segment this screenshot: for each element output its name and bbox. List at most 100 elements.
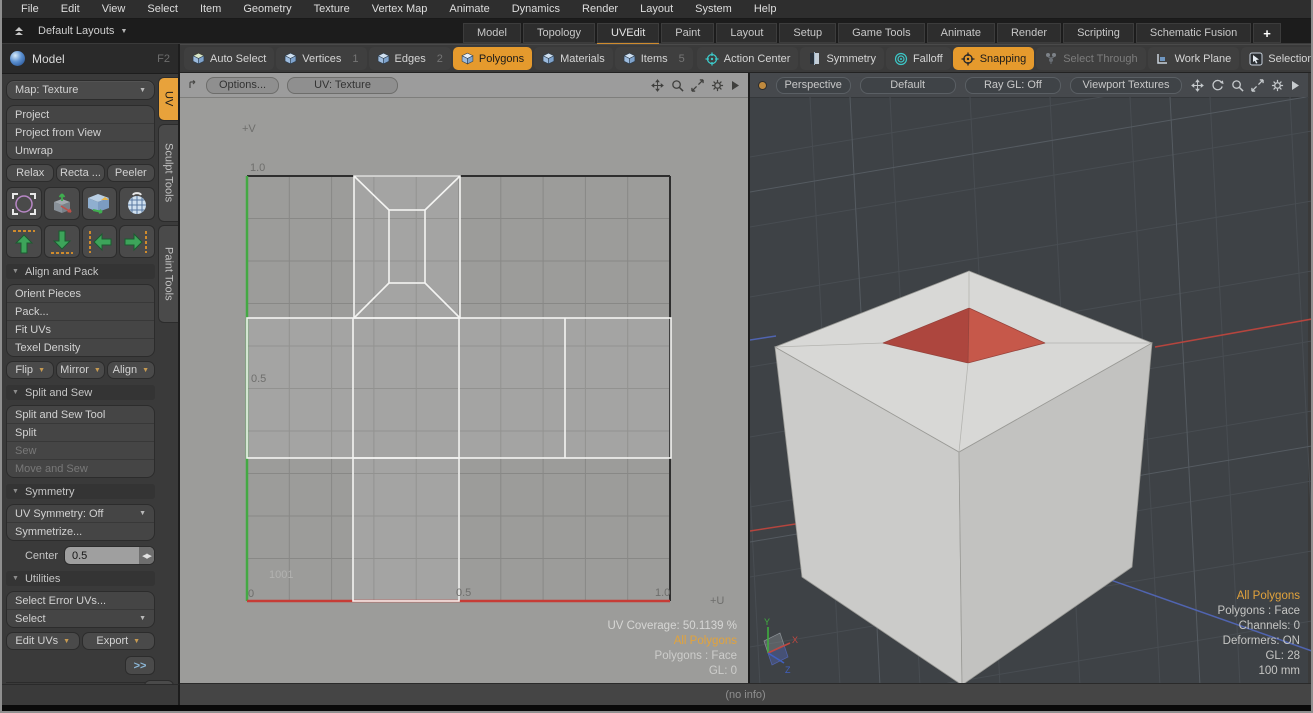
- move-up-button[interactable]: [6, 225, 42, 258]
- uv-editor-viewport[interactable]: Options... UV: Texture: [180, 73, 750, 684]
- menu-edit[interactable]: Edit: [50, 3, 91, 15]
- flyout-arrow-icon[interactable]: [731, 80, 740, 91]
- split-button[interactable]: Split: [7, 424, 154, 442]
- uv-options-button[interactable]: Options...: [206, 77, 279, 94]
- viewport-active-indicator[interactable]: [758, 81, 767, 90]
- align-dropdown[interactable]: Align▼: [107, 361, 155, 379]
- fit-uvs-button[interactable]: Fit UVs: [7, 321, 154, 339]
- menu-view[interactable]: View: [91, 3, 137, 15]
- select-error-uvs-button[interactable]: Select Error UVs...: [7, 592, 154, 610]
- tab-scripting[interactable]: Scripting: [1063, 23, 1134, 43]
- radial-projection-tool-button[interactable]: [6, 187, 42, 220]
- vertices-mode-button[interactable]: Vertices 1: [276, 47, 366, 70]
- menu-file[interactable]: File: [10, 3, 50, 15]
- viewport-corner-icon[interactable]: [188, 80, 198, 90]
- camera-view-button[interactable]: Perspective: [776, 77, 851, 94]
- align-and-pack-section-header[interactable]: ▼ Align and Pack: [6, 264, 155, 279]
- tab-uvedit[interactable]: UVEdit: [597, 23, 659, 43]
- center-value-field[interactable]: 0.5 ◀▶: [64, 546, 155, 565]
- project-from-view-button[interactable]: Project from View: [7, 124, 154, 142]
- select-dropdown[interactable]: Select ▼: [7, 610, 154, 627]
- unwrap-tool-button[interactable]: [82, 187, 118, 220]
- tab-game-tools[interactable]: Game Tools: [838, 23, 925, 43]
- menu-system[interactable]: System: [684, 3, 743, 15]
- maximize-icon[interactable]: [1251, 79, 1264, 92]
- viewport-textures-button[interactable]: Viewport Textures: [1070, 77, 1182, 94]
- utilities-section-header[interactable]: ▼ Utilities: [6, 571, 155, 586]
- split-and-sew-section-header[interactable]: ▼ Split and Sew: [6, 385, 155, 400]
- unwrap-button[interactable]: Unwrap: [7, 142, 154, 159]
- uv-canvas[interactable]: +V 1.0 0.5 0 1001 0.5 1.0 +U UV Coverage…: [180, 97, 748, 686]
- tab-layout[interactable]: Layout: [716, 23, 777, 43]
- flyout-arrow-icon[interactable]: [1291, 80, 1300, 91]
- symmetry-section-header[interactable]: ▼ Symmetry: [6, 484, 155, 499]
- relax-button[interactable]: Relax: [6, 164, 54, 182]
- flip-dropdown[interactable]: Flip▼: [6, 361, 54, 379]
- edges-mode-button[interactable]: Edges 2: [369, 47, 451, 70]
- cube-mesh[interactable]: [775, 271, 1152, 685]
- export-dropdown[interactable]: Export▼: [82, 632, 156, 650]
- vertical-tab-uv[interactable]: UV: [158, 77, 178, 121]
- sidebar-header[interactable]: Model F2: [2, 44, 178, 74]
- auto-select-button[interactable]: Auto Select: [184, 47, 274, 70]
- tab-setup[interactable]: Setup: [779, 23, 836, 43]
- tab-topology[interactable]: Topology: [523, 23, 595, 43]
- peeler-button[interactable]: Peeler: [107, 164, 155, 182]
- menu-item[interactable]: Item: [189, 3, 232, 15]
- shading-style-button[interactable]: Default: [860, 77, 956, 94]
- orient-pieces-button[interactable]: Orient Pieces: [7, 285, 154, 303]
- perspective-3d-viewport[interactable]: Perspective Default Ray GL: Off Viewport…: [750, 73, 1308, 684]
- uv-symmetry-dropdown[interactable]: UV Symmetry: Off ▼: [7, 505, 154, 523]
- expand-panel-button[interactable]: >>: [125, 656, 155, 675]
- move-right-button[interactable]: [119, 225, 155, 258]
- uv-map-button[interactable]: UV: Texture: [287, 77, 398, 94]
- uv-shells[interactable]: [247, 176, 671, 601]
- rotate-icon[interactable]: [1211, 79, 1224, 92]
- tab-paint[interactable]: Paint: [661, 23, 714, 43]
- select-through-button[interactable]: Select Through: [1036, 47, 1145, 70]
- texel-density-button[interactable]: Texel Density: [7, 339, 154, 356]
- gear-icon[interactable]: [711, 79, 724, 92]
- falloff-button[interactable]: Falloff: [886, 47, 951, 70]
- gear-icon[interactable]: [1271, 79, 1284, 92]
- menu-render[interactable]: Render: [571, 3, 629, 15]
- tab-animate[interactable]: Animate: [927, 23, 995, 43]
- menu-select[interactable]: Select: [136, 3, 189, 15]
- spherical-projection-tool-button[interactable]: [119, 187, 155, 220]
- zoom-icon[interactable]: [1231, 79, 1244, 92]
- edit-uvs-dropdown[interactable]: Edit UVs▼: [6, 632, 80, 650]
- work-plane-button[interactable]: Work Plane: [1148, 47, 1240, 70]
- tab-render[interactable]: Render: [997, 23, 1061, 43]
- symmetry-button[interactable]: Symmetry: [800, 47, 884, 70]
- move-left-button[interactable]: [82, 225, 118, 258]
- project-button[interactable]: Project: [7, 106, 154, 124]
- menu-dynamics[interactable]: Dynamics: [501, 3, 571, 15]
- ray-gl-button[interactable]: Ray GL: Off: [965, 77, 1061, 94]
- polygons-mode-button[interactable]: Polygons: [453, 47, 532, 70]
- planar-projection-tool-button[interactable]: [44, 187, 80, 220]
- stepper-arrows-icon[interactable]: ◀▶: [139, 547, 154, 564]
- pan-icon[interactable]: [1191, 79, 1204, 92]
- 3d-canvas[interactable]: Y X Z All Polygons Polygons : Face Chann…: [750, 97, 1312, 686]
- pan-icon[interactable]: [651, 79, 664, 92]
- split-and-sew-tool-button[interactable]: Split and Sew Tool: [7, 406, 154, 424]
- menu-texture[interactable]: Texture: [303, 3, 361, 15]
- center-value[interactable]: 0.5: [65, 547, 139, 564]
- add-tab-button[interactable]: +: [1253, 23, 1281, 43]
- selection-sets-button[interactable]: Selection Sets: [1241, 47, 1313, 70]
- collapse-up-icon[interactable]: [8, 23, 30, 39]
- vertical-tab-paint-tools[interactable]: Paint Tools: [158, 225, 178, 323]
- snapping-button[interactable]: Snapping: [953, 47, 1035, 70]
- pack-button[interactable]: Pack...: [7, 303, 154, 321]
- menu-layout[interactable]: Layout: [629, 3, 684, 15]
- vertical-tab-sculpt-tools[interactable]: Sculpt Tools: [158, 124, 178, 222]
- layout-switcher[interactable]: Default Layouts ▼: [38, 25, 127, 37]
- tab-model[interactable]: Model: [463, 23, 521, 43]
- zoom-icon[interactable]: [671, 79, 684, 92]
- rectangle-button[interactable]: Recta ...: [56, 164, 104, 182]
- action-center-button[interactable]: Action Center: [697, 47, 799, 70]
- materials-mode-button[interactable]: Materials: [534, 47, 613, 70]
- items-mode-button[interactable]: Items 5: [615, 47, 693, 70]
- tab-schematic-fusion[interactable]: Schematic Fusion: [1136, 23, 1251, 43]
- menu-animate[interactable]: Animate: [438, 3, 500, 15]
